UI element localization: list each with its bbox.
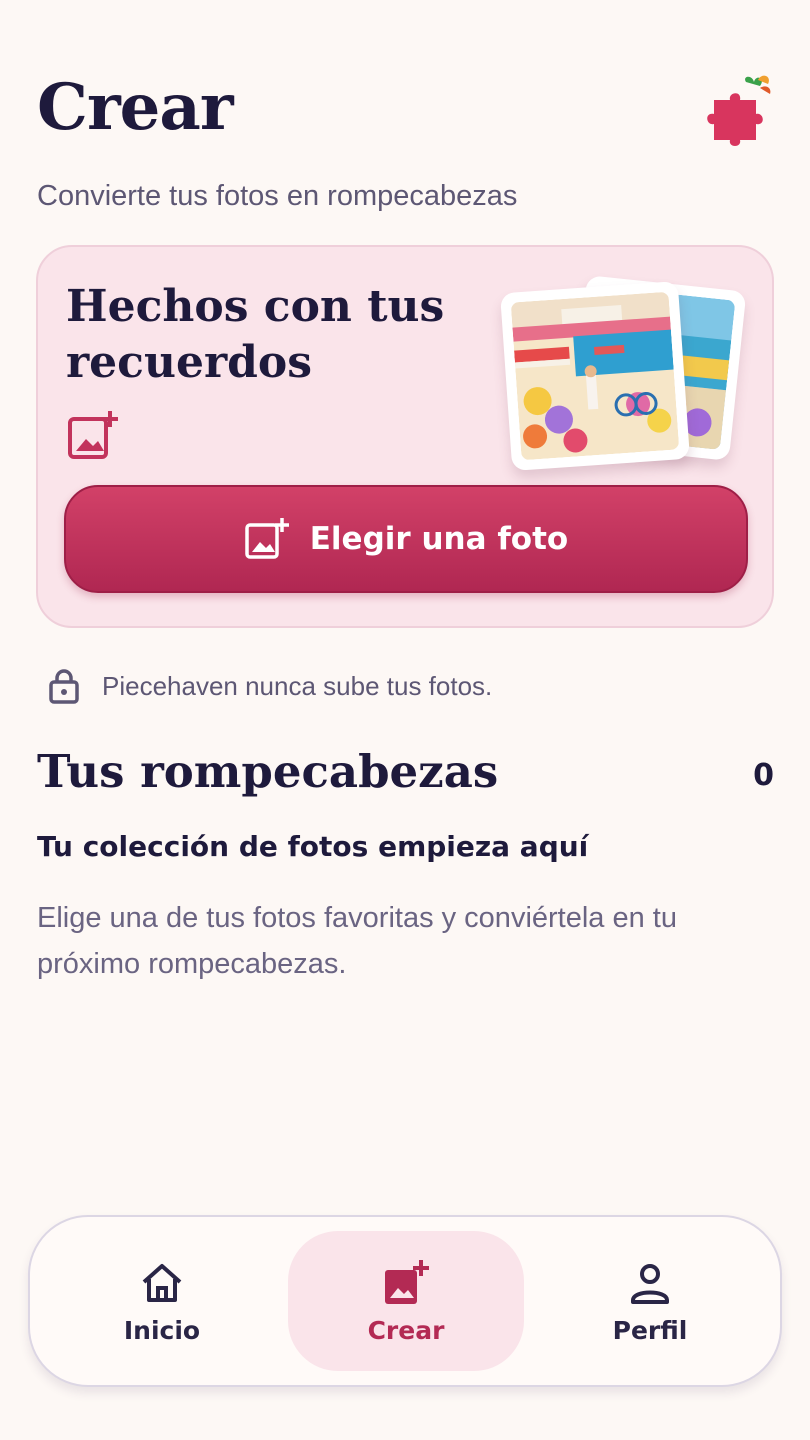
nav-item-crear[interactable]: Crear bbox=[288, 1231, 524, 1371]
bottom-navigation: Inicio Crear Perfil bbox=[28, 1215, 782, 1387]
privacy-text: Piecehaven nunca sube tus fotos. bbox=[102, 670, 493, 701]
nav-item-perfil[interactable]: Perfil bbox=[532, 1231, 768, 1371]
puzzles-count: 0 bbox=[753, 758, 774, 793]
empty-state-title: Tu colección de fotos empieza aquí bbox=[37, 830, 589, 863]
privacy-notice: Piecehaven nunca sube tus fotos. bbox=[48, 668, 492, 704]
page-subtitle: Convierte tus fotos en rompecabezas bbox=[37, 180, 518, 212]
nav-item-label: Crear bbox=[367, 1315, 445, 1345]
nav-item-label: Inicio bbox=[123, 1315, 201, 1345]
choose-photo-label: Elegir una foto bbox=[309, 521, 569, 557]
lock-icon bbox=[49, 669, 79, 704]
hero-title: Hechos con tus recuerdos bbox=[66, 281, 445, 388]
page-title: Crear bbox=[37, 70, 234, 145]
create-hero-card: Hechos con tus recuerdos Elegir una foto bbox=[36, 245, 774, 628]
person-icon bbox=[631, 1263, 669, 1304]
sample-photos bbox=[498, 275, 748, 475]
nav-item-inicio[interactable]: Inicio bbox=[44, 1231, 280, 1371]
puzzles-section-title: Tus rompecabezas bbox=[37, 745, 499, 798]
choose-photo-button[interactable]: Elegir una foto bbox=[64, 485, 748, 593]
add-photo-icon bbox=[385, 1259, 429, 1304]
sample-photo-front bbox=[500, 281, 690, 471]
empty-state-description: Elige una de tus fotos favoritas y convi… bbox=[37, 902, 677, 980]
nav-item-label: Perfil bbox=[612, 1315, 688, 1345]
add-photo-icon bbox=[66, 409, 120, 463]
puzzle-piece-icon bbox=[700, 74, 776, 146]
add-photo-icon bbox=[245, 518, 289, 559]
home-icon bbox=[142, 1263, 182, 1302]
